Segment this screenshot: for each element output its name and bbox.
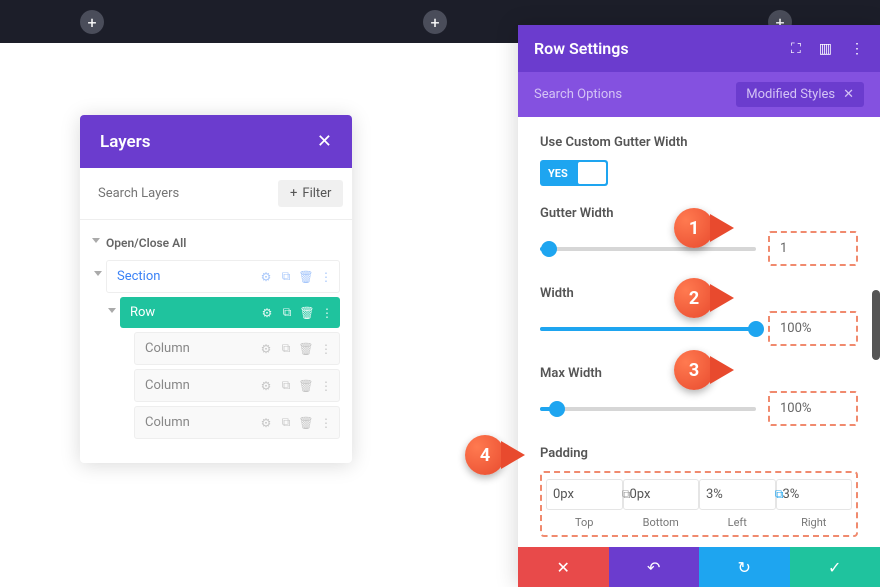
arrow-right-icon: [710, 214, 734, 242]
columns-icon[interactable]: ▥: [819, 41, 832, 57]
layer-section[interactable]: Section ⚙ ⧉ 🗑 ⋮: [106, 260, 340, 293]
more-icon[interactable]: ⋮: [319, 379, 333, 393]
layers-panel: Layers ✕ + Filter Open/Close All Section …: [80, 115, 352, 463]
padding-group: Padding ⧉ Top Bottom ⧉ Left Right: [540, 446, 858, 537]
callout-number: 1: [674, 208, 714, 248]
undo-button[interactable]: ↶: [609, 547, 700, 587]
caret-down-icon: [92, 238, 100, 243]
expand-icon[interactable]: ⛶: [791, 41, 801, 57]
settings-title: Row Settings: [534, 39, 629, 58]
callout-2: 2: [674, 278, 734, 318]
layer-row[interactable]: Row ⚙ ⧉ 🗑 ⋮: [120, 297, 340, 328]
more-icon[interactable]: ⋮: [319, 270, 333, 284]
layers-title: Layers: [100, 132, 151, 152]
trash-icon[interactable]: 🗑: [299, 342, 313, 356]
gutter-width-input[interactable]: [768, 231, 858, 266]
close-icon[interactable]: ✕: [843, 87, 854, 102]
padding-left-label: Left: [699, 516, 776, 529]
padding-left-input[interactable]: [699, 479, 776, 510]
filter-label: Filter: [302, 186, 331, 201]
add-section-button[interactable]: +: [80, 10, 104, 34]
padding-inputs: ⧉ Top Bottom ⧉ Left Right: [540, 471, 858, 537]
duplicate-icon[interactable]: ⧉: [279, 379, 293, 393]
padding-bottom-input[interactable]: [623, 479, 700, 510]
settings-subheader: Search Options Modified Styles ✕: [518, 72, 880, 117]
width-slider[interactable]: [540, 327, 756, 331]
more-icon[interactable]: ⋮: [850, 41, 864, 57]
padding-top-label: Top: [546, 516, 623, 529]
duplicate-icon[interactable]: ⧉: [279, 416, 293, 430]
duplicate-icon[interactable]: ⧉: [279, 270, 293, 284]
add-section-button[interactable]: +: [423, 10, 447, 34]
padding-bottom-label: Bottom: [623, 516, 700, 529]
callout-number: 3: [674, 350, 714, 390]
max-width-input[interactable]: [768, 391, 858, 426]
link-icon[interactable]: ⧉: [622, 487, 631, 502]
section-label: Section: [117, 269, 160, 284]
modified-styles-tag[interactable]: Modified Styles ✕: [736, 82, 864, 107]
modified-label: Modified Styles: [746, 87, 835, 102]
gear-icon[interactable]: ⚙: [259, 270, 273, 284]
gear-icon[interactable]: ⚙: [259, 342, 273, 356]
duplicate-icon[interactable]: ⧉: [279, 342, 293, 356]
search-layers-input[interactable]: [92, 180, 270, 207]
more-icon[interactable]: ⋮: [320, 306, 334, 320]
close-icon[interactable]: ✕: [317, 131, 332, 152]
column-label: Column: [145, 378, 190, 393]
bottom-actions: ✕ ↶ ↻ ✓: [518, 547, 880, 587]
arrow-right-icon: [710, 356, 734, 384]
open-close-all[interactable]: Open/Close All: [92, 230, 340, 260]
toggle-yes-label: YES: [540, 167, 576, 180]
custom-gutter-group: Use Custom Gutter Width YES: [540, 135, 858, 186]
trash-icon[interactable]: 🗑: [299, 416, 313, 430]
settings-header: Row Settings ⛶ ▥ ⋮: [518, 25, 880, 72]
row-label: Row: [130, 305, 155, 320]
padding-label: Padding: [540, 446, 858, 461]
caret-down-icon: [94, 271, 102, 276]
duplicate-icon[interactable]: ⧉: [280, 306, 294, 320]
max-width-slider[interactable]: [540, 407, 756, 411]
gear-icon[interactable]: ⚙: [260, 306, 274, 320]
more-icon[interactable]: ⋮: [319, 416, 333, 430]
callout-number: 4: [465, 435, 505, 475]
width-input[interactable]: [768, 311, 858, 346]
plus-icon: +: [290, 186, 297, 201]
layers-tree: Open/Close All Section ⚙ ⧉ 🗑 ⋮ Row ⚙ ⧉ 🗑 ⋮ Col…: [80, 220, 352, 463]
toggle-knob: [578, 162, 606, 184]
scrollbar[interactable]: [872, 290, 880, 360]
callout-3: 3: [674, 350, 734, 390]
arrow-right-icon: [710, 284, 734, 312]
gear-icon[interactable]: ⚙: [259, 416, 273, 430]
custom-gutter-label: Use Custom Gutter Width: [540, 135, 858, 150]
callout-number: 2: [674, 278, 714, 318]
redo-button[interactable]: ↻: [699, 547, 790, 587]
link-icon[interactable]: ⧉: [775, 487, 784, 502]
padding-top-input[interactable]: [546, 479, 623, 510]
gear-icon[interactable]: ⚙: [259, 379, 273, 393]
padding-right-input[interactable]: [776, 479, 853, 510]
arrow-right-icon: [501, 441, 525, 469]
trash-icon[interactable]: 🗑: [300, 306, 314, 320]
caret-down-icon: [108, 308, 116, 313]
trash-icon[interactable]: 🗑: [299, 270, 313, 284]
layers-search-bar: + Filter: [80, 168, 352, 220]
trash-icon[interactable]: 🗑: [299, 379, 313, 393]
more-icon[interactable]: ⋮: [319, 342, 333, 356]
column-label: Column: [145, 415, 190, 430]
layer-column[interactable]: Column ⚙ ⧉ 🗑 ⋮: [134, 406, 340, 439]
open-close-label: Open/Close All: [106, 236, 186, 250]
layer-column[interactable]: Column ⚙ ⧉ 🗑 ⋮: [134, 332, 340, 365]
callout-1: 1: [674, 208, 734, 248]
cancel-button[interactable]: ✕: [518, 547, 609, 587]
padding-right-label: Right: [776, 516, 853, 529]
callout-4: 4: [465, 435, 525, 475]
layers-header: Layers ✕: [80, 115, 352, 168]
column-label: Column: [145, 341, 190, 356]
custom-gutter-toggle[interactable]: YES: [540, 160, 608, 186]
filter-button[interactable]: + Filter: [278, 180, 343, 207]
save-button[interactable]: ✓: [790, 547, 880, 587]
layer-column[interactable]: Column ⚙ ⧉ 🗑 ⋮: [134, 369, 340, 402]
search-options-input[interactable]: Search Options: [534, 87, 622, 102]
